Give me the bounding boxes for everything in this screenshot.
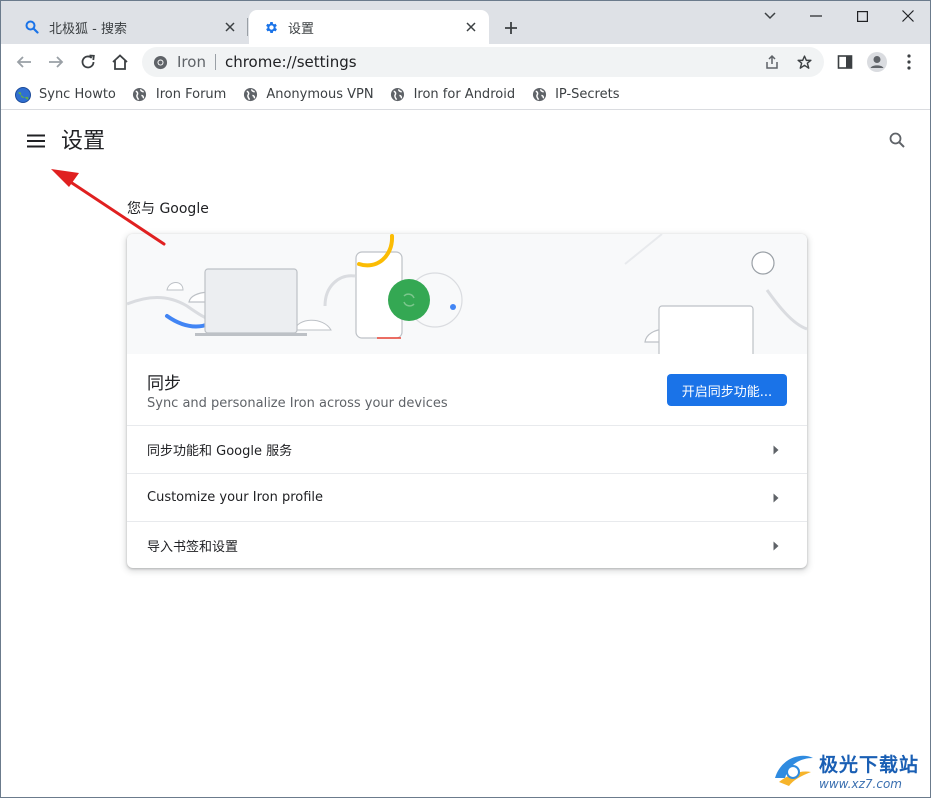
side-panel-icon[interactable]	[830, 47, 860, 77]
turn-on-sync-button[interactable]: 开启同步功能...	[667, 374, 787, 406]
row-label: 导入书签和设置	[147, 540, 239, 555]
watermark-logo-icon	[771, 748, 815, 792]
omnibox-divider	[214, 54, 216, 70]
bookmark-label: Iron Forum	[155, 87, 227, 102]
url-text[interactable]: chrome://settings	[225, 53, 357, 71]
import-bookmarks-row[interactable]: 导入书签和设置	[127, 521, 807, 568]
customize-profile-row[interactable]: Customize your Iron profile	[127, 473, 807, 521]
chevron-right-icon	[771, 443, 781, 457]
hamburger-icon	[27, 133, 45, 152]
search-icon	[24, 19, 40, 35]
main-menu-button[interactable]	[21, 127, 51, 157]
bookmark-iron-forum[interactable]: Iron Forum	[132, 87, 226, 103]
watermark: 极光下载站 www.xz7.com	[771, 745, 926, 795]
tab-title: 设置	[288, 21, 315, 37]
bookmarks-bar: Sync Howto Iron Forum Anonymous VPN Iron…	[1, 80, 930, 110]
bookmark-label: Anonymous VPN	[266, 87, 374, 102]
maximize-button[interactable]	[839, 1, 885, 31]
profile-avatar-icon[interactable]	[862, 47, 892, 77]
settings-page: 设置 您与 Google 同步 Sync and personalize Iro…	[1, 111, 930, 797]
new-tab-button[interactable]	[498, 15, 524, 41]
sync-google-services-row[interactable]: 同步功能和 Google 服务	[127, 425, 807, 473]
watermark-url: www.xz7.com	[819, 776, 902, 791]
tab-strip: 北极狐 - 搜索 设置	[1, 1, 930, 44]
bookmark-label: Iron for Android	[413, 87, 516, 102]
back-button[interactable]	[9, 47, 39, 77]
tab-search[interactable]: 北极狐 - 搜索	[10, 10, 248, 44]
sync-subtitle: Sync and personalize Iron across your de…	[147, 396, 448, 411]
bookmark-label: Sync Howto	[39, 87, 116, 102]
row-label: 同步功能和 Google 服务	[147, 444, 293, 459]
minimize-button[interactable]	[793, 1, 839, 31]
globe-icon	[390, 87, 406, 103]
globe-color-icon	[15, 86, 31, 103]
bookmark-label: IP-Secrets	[555, 87, 620, 102]
tab-settings[interactable]: 设置	[249, 10, 489, 44]
tab-search-dropdown-icon[interactable]	[747, 1, 793, 31]
sync-title: 同步	[147, 374, 181, 394]
browser-window: 北极狐 - 搜索 设置 Iron chrome://settings Sync …	[0, 0, 931, 798]
globe-icon	[132, 87, 148, 103]
page-title: 设置	[61, 129, 106, 154]
gear-icon	[263, 19, 279, 35]
tab-title: 北极狐 - 搜索	[49, 21, 127, 37]
share-icon[interactable]	[758, 48, 786, 76]
bookmark-anonymous-vpn[interactable]: Anonymous VPN	[242, 87, 374, 103]
close-tab-icon[interactable]	[461, 17, 481, 37]
chevron-right-icon	[771, 491, 781, 505]
globe-icon	[242, 87, 258, 103]
toolbar: Iron chrome://settings	[1, 44, 930, 80]
chevron-right-icon	[771, 539, 781, 553]
globe-icon	[531, 87, 547, 103]
forward-button[interactable]	[41, 47, 71, 77]
section-heading: 您与 Google	[127, 201, 209, 217]
search-icon	[889, 132, 905, 152]
you-and-google-card: 同步 Sync and personalize Iron across your…	[127, 234, 807, 568]
search-settings-button[interactable]	[882, 127, 912, 157]
watermark-text: 极光下载站	[819, 753, 920, 776]
reload-button[interactable]	[73, 47, 103, 77]
address-bar[interactable]: Iron chrome://settings	[142, 47, 824, 77]
more-menu-icon[interactable]	[894, 47, 924, 77]
iron-logo-icon	[152, 54, 168, 70]
sync-row: 同步 Sync and personalize Iron across your…	[127, 354, 807, 425]
site-name: Iron	[177, 53, 206, 71]
star-icon[interactable]	[790, 48, 818, 76]
bookmark-ip-secrets[interactable]: IP-Secrets	[531, 87, 619, 103]
sync-illustration	[127, 234, 807, 363]
row-label: Customize your Iron profile	[147, 490, 324, 505]
bookmark-sync-howto[interactable]: Sync Howto	[15, 86, 116, 103]
close-window-button[interactable]	[885, 1, 930, 31]
bookmark-iron-for-android[interactable]: Iron for Android	[390, 87, 516, 103]
close-tab-icon[interactable]	[220, 17, 240, 37]
home-button[interactable]	[105, 47, 135, 77]
